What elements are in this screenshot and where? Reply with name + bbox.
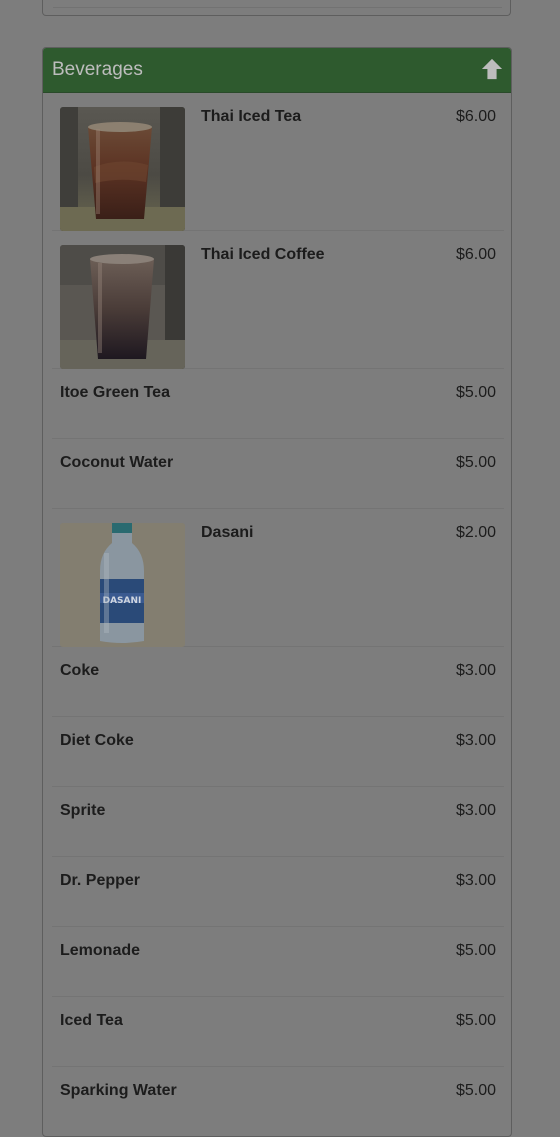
item-price: $6.00 (455, 246, 496, 263)
item-name[interactable]: Itoe Green Tea (60, 384, 170, 402)
menu-item[interactable]: DASANI Dasani $2.00 (52, 509, 504, 647)
menu-item[interactable]: Itoe Green Tea $5.00 (52, 369, 504, 439)
previous-section-panel (42, 0, 511, 16)
thai-iced-coffee-photo[interactable] (60, 245, 185, 369)
item-name[interactable]: Dr. Pepper (60, 872, 140, 890)
item-price: $3.00 (455, 662, 496, 679)
item-name[interactable]: Lemonade (60, 942, 140, 960)
item-name[interactable]: Sparking Water (60, 1082, 177, 1100)
divider (53, 7, 502, 8)
menu-item[interactable]: Thai Iced Coffee $6.00 (52, 231, 504, 369)
section-title: Beverages (52, 59, 143, 80)
item-name[interactable]: Sprite (60, 802, 105, 820)
item-price: $5.00 (455, 454, 496, 471)
menu-item[interactable]: Dr. Pepper $3.00 (52, 857, 504, 927)
dasani-bottle-photo[interactable]: DASANI (60, 523, 185, 647)
menu-item[interactable]: Diet Coke $3.00 (52, 717, 504, 787)
item-price: $5.00 (455, 1082, 496, 1099)
item-price: $5.00 (455, 942, 496, 959)
item-price: $3.00 (455, 872, 496, 889)
item-price: $6.00 (455, 108, 496, 125)
item-name[interactable]: Thai Iced Tea (201, 108, 301, 126)
menu-item[interactable]: Thai Iced Tea $6.00 (52, 93, 504, 231)
item-price: $2.00 (455, 524, 496, 541)
beverages-panel: Beverages Thai Iced Tea $6.00 Thai Iced … (42, 47, 512, 1137)
section-heading: Beverages (43, 48, 511, 93)
menu-item[interactable]: Sparking Water $5.00 (52, 1067, 504, 1136)
menu-item[interactable]: Coconut Water $5.00 (52, 439, 504, 509)
menu-item-list: Thai Iced Tea $6.00 Thai Iced Coffee $6.… (52, 93, 504, 1136)
menu-item[interactable]: Sprite $3.00 (52, 787, 504, 857)
item-name[interactable]: Iced Tea (60, 1012, 123, 1030)
item-price: $3.00 (455, 732, 496, 749)
item-name[interactable]: Dasani (201, 524, 253, 542)
item-name[interactable]: Coke (60, 662, 99, 680)
item-price: $3.00 (455, 802, 496, 819)
menu-item[interactable]: Iced Tea $5.00 (52, 997, 504, 1067)
item-name[interactable]: Thai Iced Coffee (201, 246, 325, 264)
arrow-up-icon[interactable] (481, 58, 503, 80)
menu-item[interactable]: Lemonade $5.00 (52, 927, 504, 997)
item-price: $5.00 (455, 1012, 496, 1029)
item-price: $5.00 (455, 384, 496, 401)
item-name[interactable]: Coconut Water (60, 454, 173, 472)
item-name[interactable]: Diet Coke (60, 732, 134, 750)
thai-iced-tea-photo[interactable] (60, 107, 185, 231)
menu-item[interactable]: Coke $3.00 (52, 647, 504, 717)
